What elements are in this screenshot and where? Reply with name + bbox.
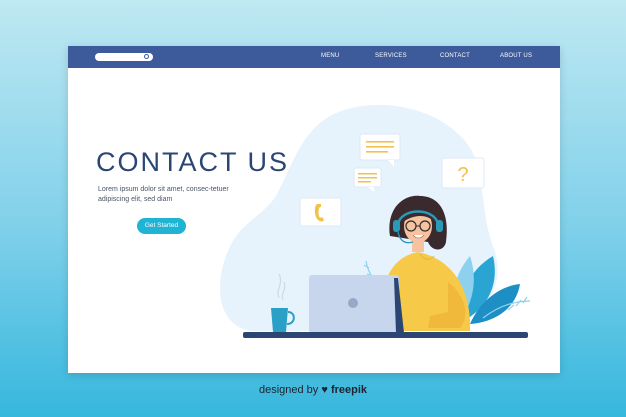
attribution: designed by ♥ freepik — [0, 384, 626, 396]
support-agent-illustration: ? — [220, 104, 531, 338]
laptop — [309, 275, 404, 333]
freepik-logo-icon: ♥ — [321, 384, 328, 396]
phone-bubble-icon — [299, 197, 342, 227]
question-mark: ? — [457, 164, 468, 186]
desk — [243, 332, 528, 338]
landing-card: MENU SERVICES CONTACT ABOUT US CONTACT U… — [68, 46, 560, 373]
footer-prefix: designed by — [258, 384, 319, 396]
question-bubble-icon: ? — [441, 157, 485, 189]
footer-brand: freepik — [330, 384, 368, 396]
